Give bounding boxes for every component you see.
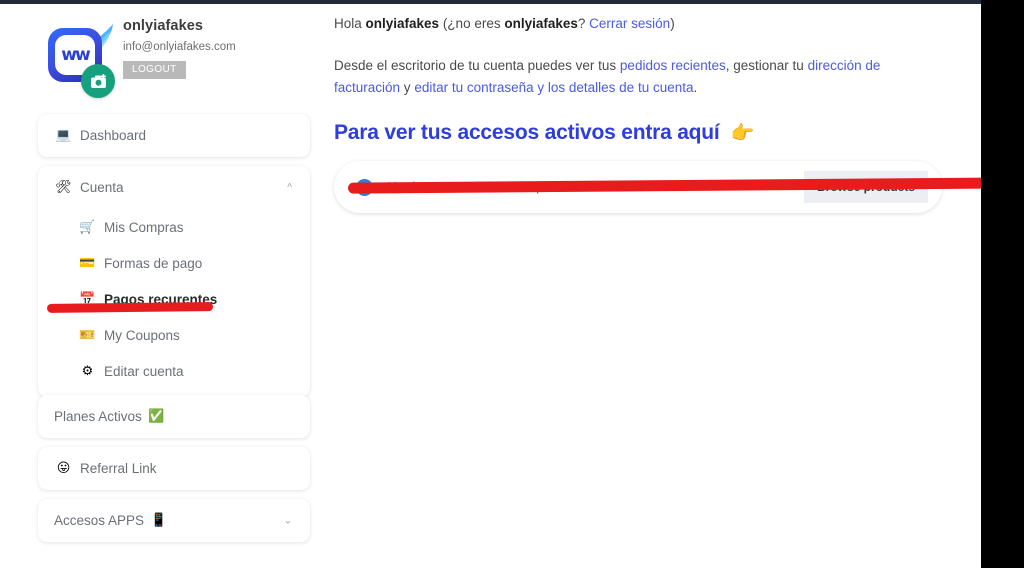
sidebar: ww onlyiafakes info@onlyiafakes.com LOGO…	[0, 4, 326, 568]
desc-text-4: .	[693, 79, 698, 95]
sidebar-item-label: Editar cuenta	[104, 363, 184, 379]
desc-text-2: , gestionar tu	[725, 57, 808, 73]
sidebar-item-formas-de-pago[interactable]: 💳 Formas de pago	[38, 245, 310, 281]
sidebar-card-dashboard: 💻 Dashboard	[38, 114, 310, 157]
tools-icon: 🛠	[55, 180, 72, 195]
sidebar-item-planes-activos[interactable]: Planes Activos ✅	[38, 395, 310, 438]
camera-icon[interactable]	[81, 64, 115, 98]
sidebar-item-my-coupons[interactable]: 🎫 My Coupons	[38, 317, 310, 353]
sidebar-card-referral: 😛 Referral Link	[38, 447, 310, 490]
greeting-close: )	[670, 16, 675, 31]
page-title-text: Para ver tus accesos activos entra aquí	[334, 121, 720, 145]
sidebar-item-editar-cuenta[interactable]: ⚙ Editar cuenta	[38, 353, 310, 389]
desc-text-1: Desde el escritorio de tu cuenta puedes …	[334, 57, 620, 73]
coupon-icon: 🎫	[79, 327, 96, 343]
chevron-down-icon[interactable]: ⌄	[284, 515, 292, 526]
logout-link[interactable]: Cerrar sesión	[589, 16, 670, 31]
mobile-phone-icon: 📱	[150, 513, 167, 528]
right-black-margin	[981, 0, 1024, 568]
logo-glyph: ww	[61, 44, 90, 65]
greeting-mid: (¿no eres	[439, 16, 505, 31]
description-paragraph: Desde el escritorio de tu cuenta puedes …	[334, 55, 944, 100]
logout-button[interactable]: LOGOUT	[123, 61, 186, 79]
sidebar-item-mis-compras[interactable]: 🛒 Mis Compras	[38, 209, 310, 245]
red-underline-pagos-recurentes	[46, 302, 214, 313]
avatar[interactable]: ww	[48, 18, 124, 98]
greeting-username-2: onlyiafakes	[504, 16, 578, 31]
check-mark-button-icon: ✅	[148, 409, 165, 424]
profile-email: info@onlyiafakes.com	[123, 41, 236, 53]
page-title: Para ver tus accesos activos entra aquí …	[334, 121, 982, 145]
chevron-up-icon[interactable]: ^	[287, 182, 292, 193]
profile-name: onlyiafakes	[123, 18, 204, 34]
greeting-pre: Hola	[334, 16, 366, 31]
tongue-face-icon: 😛	[56, 461, 71, 476]
app-screen: ww onlyiafakes info@onlyiafakes.com LOGO…	[0, 0, 1024, 568]
credit-card-icon: 💳	[79, 255, 96, 271]
desc-text-3: y	[400, 79, 415, 95]
sidebar-item-dashboard[interactable]: 💻 Dashboard	[38, 114, 310, 157]
sidebar-item-referral-link[interactable]: 😛 Referral Link	[38, 447, 310, 490]
sidebar-item-label: Dashboard	[80, 128, 147, 143]
profile-header: ww onlyiafakes info@onlyiafakes.com LOGO…	[0, 4, 326, 108]
sidebar-item-label: Accesos APPS	[54, 513, 145, 528]
sidebar-card-planes: Planes Activos ✅	[38, 395, 310, 438]
sidebar-item-label: Planes Activos	[54, 409, 142, 424]
greeting-line: Hola onlyiafakes (¿no eres onlyiafakes? …	[334, 14, 982, 34]
edit-account-link[interactable]: editar tu contraseña y los detalles de t…	[414, 80, 693, 95]
profile-text: onlyiafakes info@onlyiafakes.com LOGOUT	[123, 18, 236, 79]
sidebar-item-label: Formas de pago	[104, 255, 203, 271]
sidebar-card-cuenta: 🛠 Cuenta ^ 🛒 Mis Compras 💳 Formas de pag…	[38, 166, 310, 397]
sidebar-item-label: My Coupons	[104, 327, 180, 343]
greeting-username: onlyiafakes	[365, 16, 440, 31]
sidebar-item-accesos-apps[interactable]: Accesos APPS 📱 ⌄	[38, 499, 310, 542]
camera-glyph	[90, 73, 106, 88]
greeting-question: ?	[577, 16, 590, 31]
gear-icon: ⚙	[81, 363, 94, 379]
shopping-cart-icon: 🛒	[79, 219, 96, 235]
sidebar-item-label: Referral Link	[80, 461, 157, 476]
sidebar-item-cuenta[interactable]: 🛠 Cuenta ^	[38, 166, 310, 209]
pointing-hand-icon: 👉	[730, 123, 755, 145]
sidebar-item-label: Mis Compras	[104, 219, 184, 235]
sidebar-item-label: Cuenta	[80, 180, 124, 195]
laptop-icon: 💻	[55, 128, 72, 143]
recent-orders-link[interactable]: pedidos recientes	[620, 58, 726, 73]
sidebar-card-accesos-apps: Accesos APPS 📱 ⌄	[38, 499, 310, 542]
